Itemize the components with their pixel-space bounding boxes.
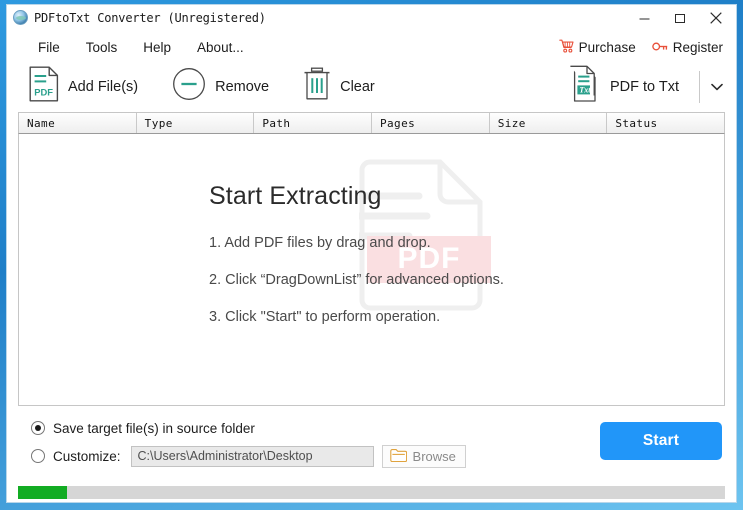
purchase-button[interactable]: Purchase (558, 39, 636, 56)
progress-track (18, 486, 725, 499)
output-path-field[interactable]: C:\Users\Administrator\Desktop (130, 445, 374, 467)
clear-label: Clear (340, 78, 375, 95)
remove-label: Remove (215, 78, 270, 95)
title-bar: PDFtoTxt Converter (Unregistered) (7, 5, 736, 34)
window-controls (626, 5, 734, 31)
minimize-icon[interactable] (626, 5, 662, 31)
instruction-step-2: 2. Click “DragDownList” for advanced opt… (209, 272, 504, 288)
menu-item-help[interactable]: Help (130, 37, 184, 58)
file-drop-area[interactable]: PDF Start Extracting 1. Add PDF files by… (18, 134, 725, 406)
instruction-step-1: 1. Add PDF files by drag and drop. (209, 235, 431, 251)
clear-button[interactable]: Clear (293, 63, 385, 110)
maximize-icon[interactable] (662, 5, 698, 31)
remove-button[interactable]: Remove (162, 63, 279, 110)
toolbar: PDF Add File(s) Remove Clear Txt PDF to … (7, 61, 736, 112)
pdf-to-txt-label: PDF to Txt (609, 78, 679, 95)
pdf-document-icon: PDF (29, 66, 59, 107)
browse-label: Browse (412, 448, 456, 464)
shopping-cart-icon (558, 39, 574, 56)
application-window: PDFtoTxt Converter (Unregistered) File T… (6, 4, 737, 503)
output-options: Save target file(s) in source folder Cus… (7, 406, 736, 486)
page-title: Start Extracting (209, 182, 382, 210)
progress-bar-container (7, 486, 736, 502)
column-header-name[interactable]: Name (19, 113, 137, 133)
menu-bar: File Tools Help About... Purchase Regist… (7, 34, 736, 61)
svg-text:Txt: Txt (579, 86, 591, 95)
add-files-button[interactable]: PDF Add File(s) (19, 62, 148, 111)
txt-document-icon: Txt (569, 65, 601, 108)
customize-label: Customize: (53, 448, 121, 464)
purchase-label: Purchase (578, 40, 636, 55)
svg-text:PDF: PDF (34, 87, 53, 98)
column-header-path[interactable]: Path (254, 113, 373, 133)
key-icon (651, 40, 668, 56)
desktop-background: PDFtoTxt Converter (Unregistered) File T… (0, 0, 743, 510)
globe-icon (13, 10, 28, 25)
menu-item-file[interactable]: File (25, 37, 73, 58)
browse-button[interactable]: Browse (381, 444, 466, 468)
trash-icon (303, 67, 331, 106)
file-list-header: Name Type Path Pages Size Status (18, 112, 725, 134)
start-button[interactable]: Start (600, 422, 722, 460)
circle-minus-icon (172, 67, 206, 106)
chevron-down-icon[interactable] (702, 65, 732, 109)
column-header-size[interactable]: Size (490, 113, 608, 133)
folder-icon (389, 448, 407, 465)
menu-item-tools[interactable]: Tools (73, 37, 131, 58)
register-label: Register (672, 40, 723, 55)
menu-item-about[interactable]: About... (184, 37, 257, 58)
column-header-type[interactable]: Type (137, 113, 255, 133)
pdf-to-txt-button[interactable]: Txt PDF to Txt (559, 61, 689, 112)
instruction-step-3: 3. Click "Start" to perform operation. (209, 309, 441, 325)
register-button[interactable]: Register (651, 40, 723, 56)
column-header-status[interactable]: Status (607, 113, 724, 133)
drop-instructions: Start Extracting 1. Add PDF files by dra… (200, 182, 620, 325)
radio-customize[interactable] (31, 449, 45, 463)
save-in-source-label: Save target file(s) in source folder (53, 420, 255, 436)
title-bar-left: PDFtoTxt Converter (Unregistered) (13, 10, 266, 25)
progress-fill (18, 486, 68, 499)
add-files-label: Add File(s) (68, 78, 139, 95)
menu-items: File Tools Help About... (25, 34, 257, 61)
radio-save-in-source[interactable] (31, 421, 45, 435)
toolbar-separator (699, 70, 700, 103)
window-title: PDFtoTxt Converter (Unregistered) (34, 10, 266, 25)
column-header-pages[interactable]: Pages (372, 113, 490, 133)
registration-links: Purchase Register (558, 34, 723, 61)
close-icon[interactable] (698, 5, 734, 31)
